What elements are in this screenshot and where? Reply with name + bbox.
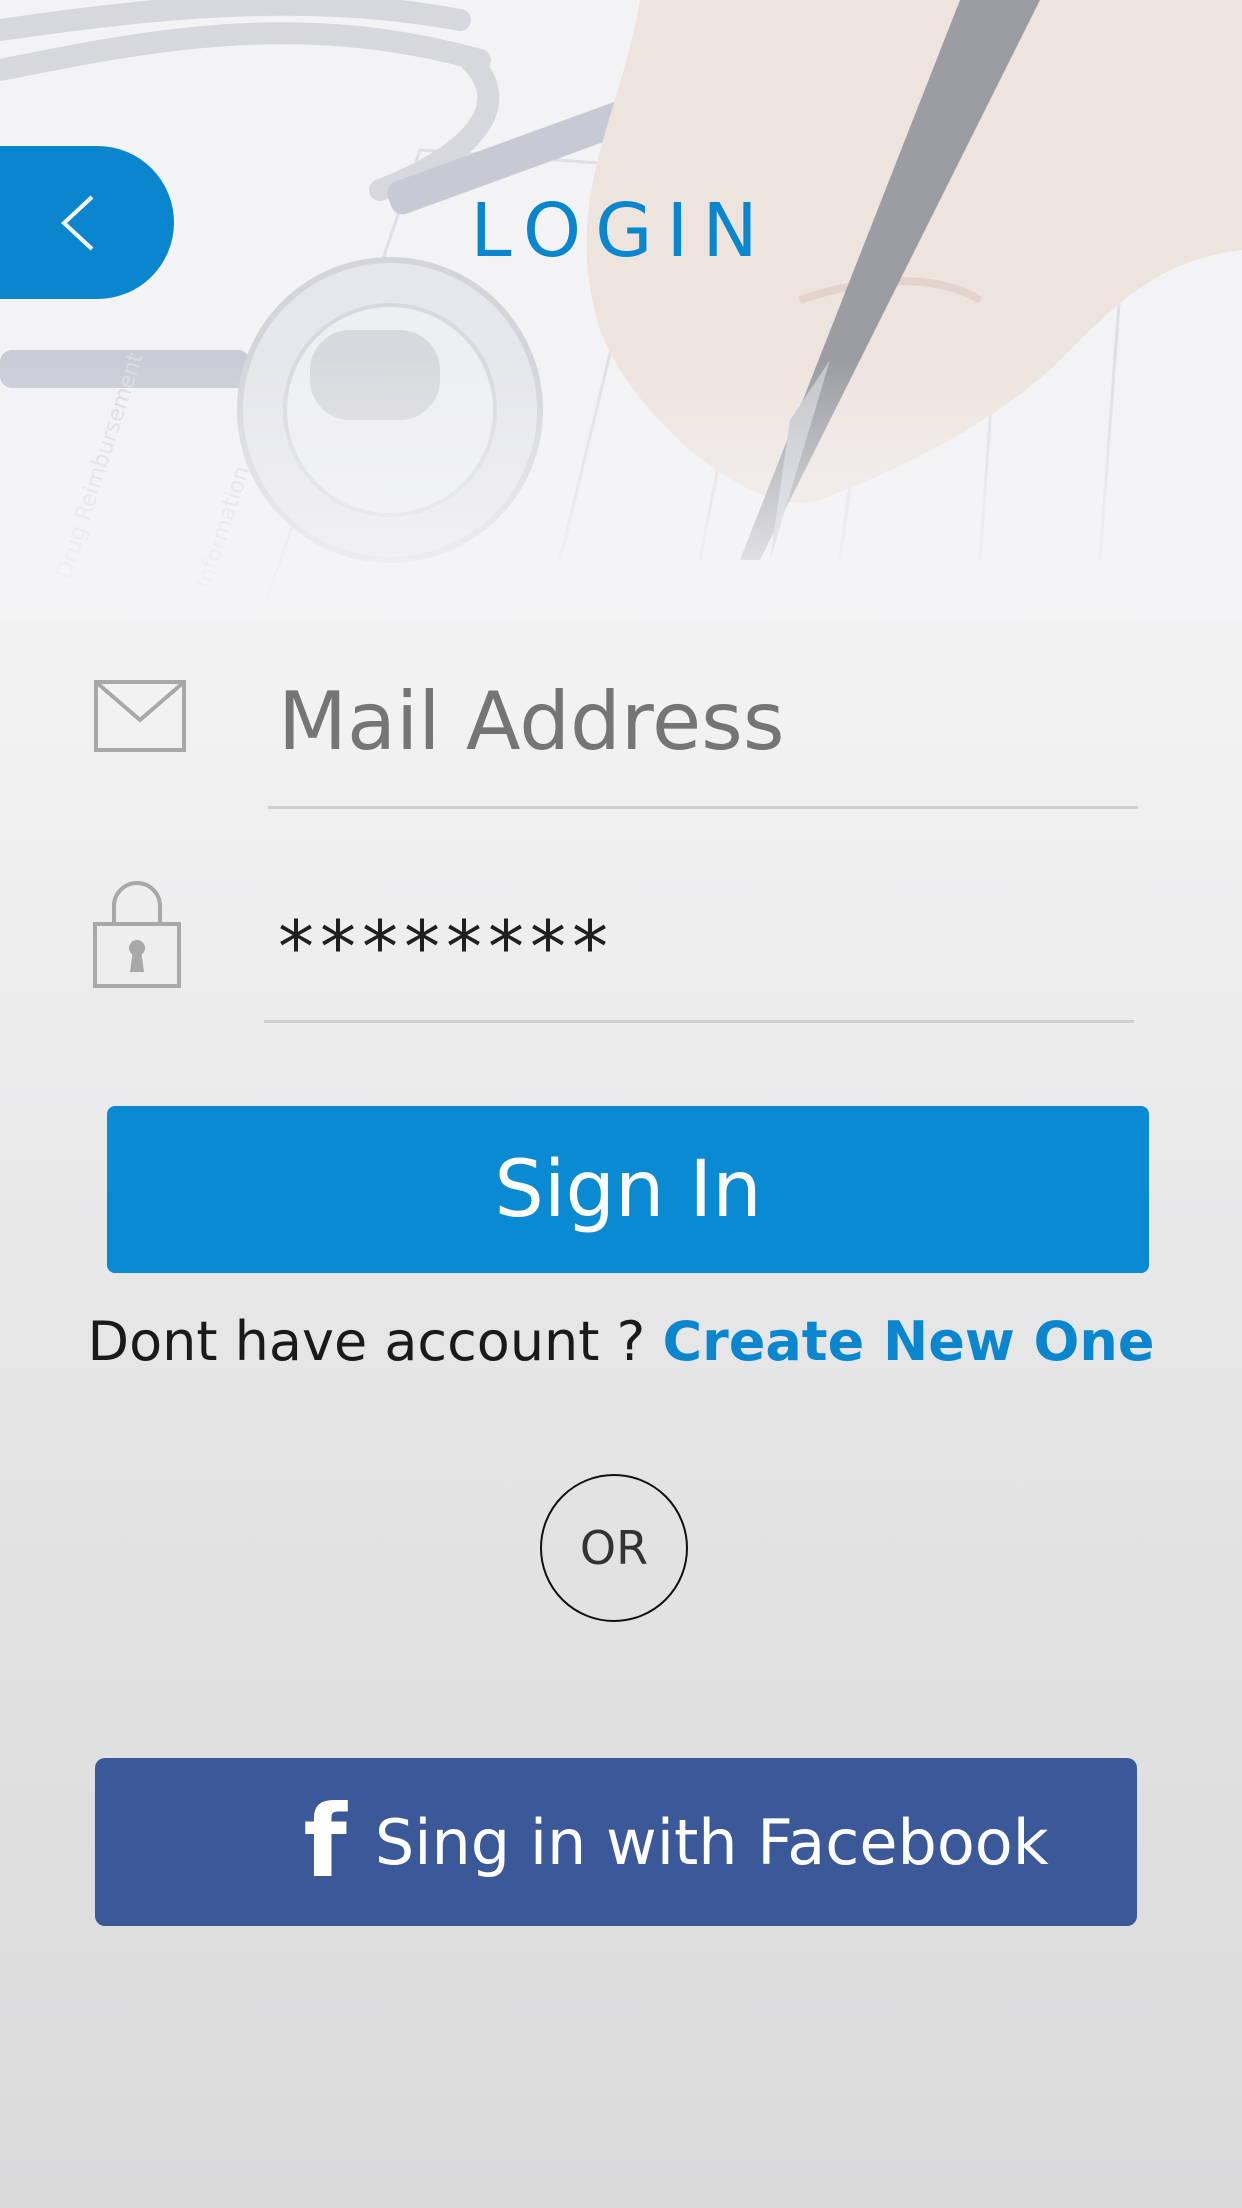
email-underline xyxy=(268,806,1138,809)
email-field[interactable] xyxy=(278,666,1138,776)
create-account-text: Dont have account ? xyxy=(87,1310,663,1373)
facebook-sign-in-button[interactable]: f Sing in with Facebook xyxy=(95,1758,1137,1926)
password-row: ******** xyxy=(0,870,1242,1030)
sign-in-button[interactable]: Sign In xyxy=(107,1106,1149,1273)
password-underline xyxy=(264,1020,1134,1023)
lock-icon xyxy=(93,881,181,988)
email-row xyxy=(0,660,1242,820)
facebook-icon: f xyxy=(303,1783,347,1900)
or-divider: OR xyxy=(540,1474,688,1622)
mail-icon xyxy=(94,680,186,752)
facebook-button-label: Sing in with Facebook xyxy=(374,1805,1049,1879)
background-fade xyxy=(0,360,1242,620)
password-field[interactable]: ******** xyxy=(278,892,1138,1002)
create-account-prompt: Dont have account ? Create New One xyxy=(0,1310,1242,1373)
create-account-link[interactable]: Create New One xyxy=(662,1310,1154,1373)
page-title: LOGIN xyxy=(470,188,772,274)
